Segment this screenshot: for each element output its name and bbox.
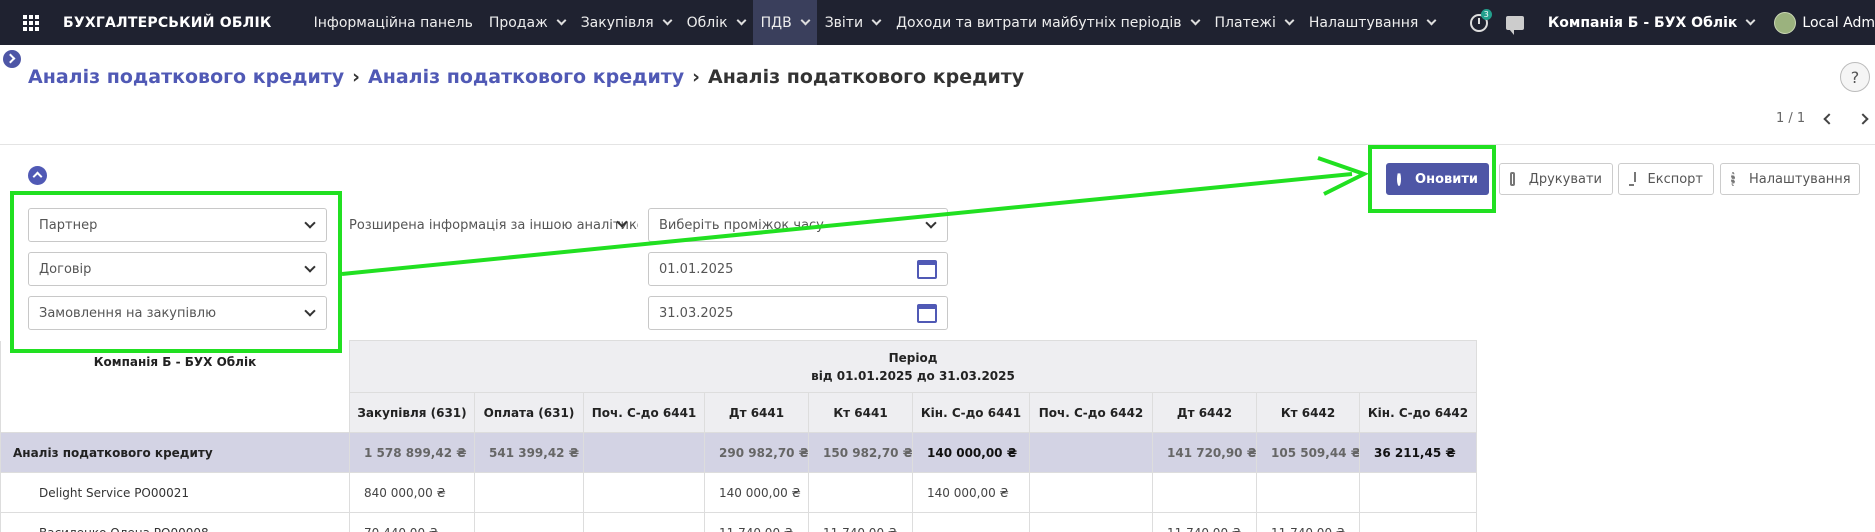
annotation-arrow	[341, 156, 1370, 276]
arrow-line	[341, 172, 1353, 276]
